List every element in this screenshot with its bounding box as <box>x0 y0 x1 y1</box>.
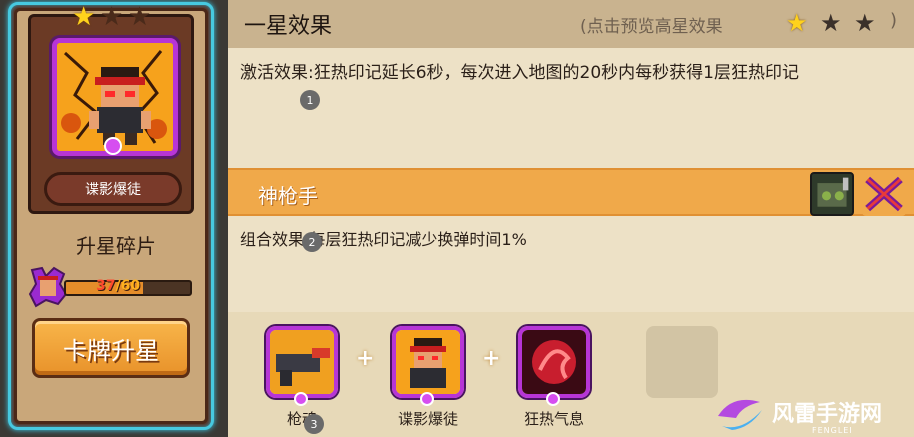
star-empty-icon[interactable]: ★ <box>820 10 842 36</box>
effect-header: 一星效果 (点击预览高星效果 ★ ★ ★ ) <box>228 0 914 48</box>
purple-gem-icon <box>294 392 308 406</box>
fenglei-logo-icon <box>718 399 762 430</box>
marker-badge: 2 <box>302 232 322 252</box>
fragment-piece-icon <box>28 266 68 308</box>
skill-label: 狂热气息 <box>523 410 584 428</box>
upgrade-card-button[interactable]: 卡牌升星 <box>32 318 190 378</box>
marker-badge: 1 <box>300 90 320 110</box>
upgrade-card-label: 卡牌升星 <box>63 336 159 365</box>
effect-panel: 一星效果 (点击预览高星效果 ★ ★ ★ ) 激活效果:狂热印记延长6秒，每次进… <box>228 0 914 437</box>
skill-frame <box>266 326 338 398</box>
fragments-title: 升星碎片 <box>76 234 156 258</box>
skill-frame <box>392 326 464 398</box>
skill-slot[interactable]: 谍影爆徒 <box>386 320 470 428</box>
star-empty-icon: ★ <box>128 2 152 32</box>
combo-bar: 神枪手 <box>228 168 914 216</box>
marker-badge: 3 <box>304 414 324 434</box>
watermark-text: 风雷手游网 <box>772 402 883 427</box>
plus-icon: + <box>356 346 375 371</box>
card-name-plate: 谍影爆徒 <box>44 172 182 206</box>
gun-soul-icon <box>270 330 334 394</box>
fragment-count: 37/60 <box>96 278 141 294</box>
star-filled-icon: ★ <box>72 2 96 32</box>
fervor-aura-icon <box>522 330 586 394</box>
skill-slot[interactable]: 枪魂 <box>260 320 344 428</box>
hero-sprite-icon <box>89 67 151 145</box>
skill-label: 枪魂 <box>286 410 317 428</box>
star-filled-icon[interactable]: ★ <box>786 10 808 36</box>
hero-portrait-icon <box>396 330 460 394</box>
preview-star-selector[interactable]: ★ ★ ★ <box>786 10 886 38</box>
skill-slot[interactable]: 狂热气息 <box>512 320 596 428</box>
combo-effect-text: 组合效果:每层狂热印记减少换弹时间1% <box>240 230 527 249</box>
effect-title: 一星效果 <box>244 14 333 39</box>
purple-gem-icon <box>546 392 560 406</box>
watermark-subtext: FENGLEI <box>812 426 853 435</box>
card-star-rating: ★ ★ ★ <box>70 0 160 30</box>
preview-high-star-link[interactable]: (点击预览高星效果 <box>580 12 723 37</box>
card-name: 谍影爆徒 <box>85 182 141 198</box>
combo-name: 神枪手 <box>258 184 318 208</box>
watermark-logo: 风雷手游网 FENGLEI <box>708 386 914 437</box>
purple-gem-icon <box>420 392 434 406</box>
purple-gem-icon <box>104 137 122 155</box>
star-empty-icon: ★ <box>100 2 124 32</box>
skill-frame <box>518 326 590 398</box>
plus-icon: + <box>482 346 501 371</box>
gear-mech-icon[interactable] <box>810 172 854 216</box>
skill-label: 谍影爆徒 <box>397 410 458 428</box>
preview-close-paren: ) <box>890 10 898 31</box>
activation-effect-text: 激活效果:狂热印记延长6秒，每次进入地图的20秒内每秒获得1层狂热印记 <box>240 63 799 83</box>
star-empty-icon[interactable]: ★ <box>854 10 876 36</box>
crossed-guns-icon[interactable] <box>862 172 906 216</box>
